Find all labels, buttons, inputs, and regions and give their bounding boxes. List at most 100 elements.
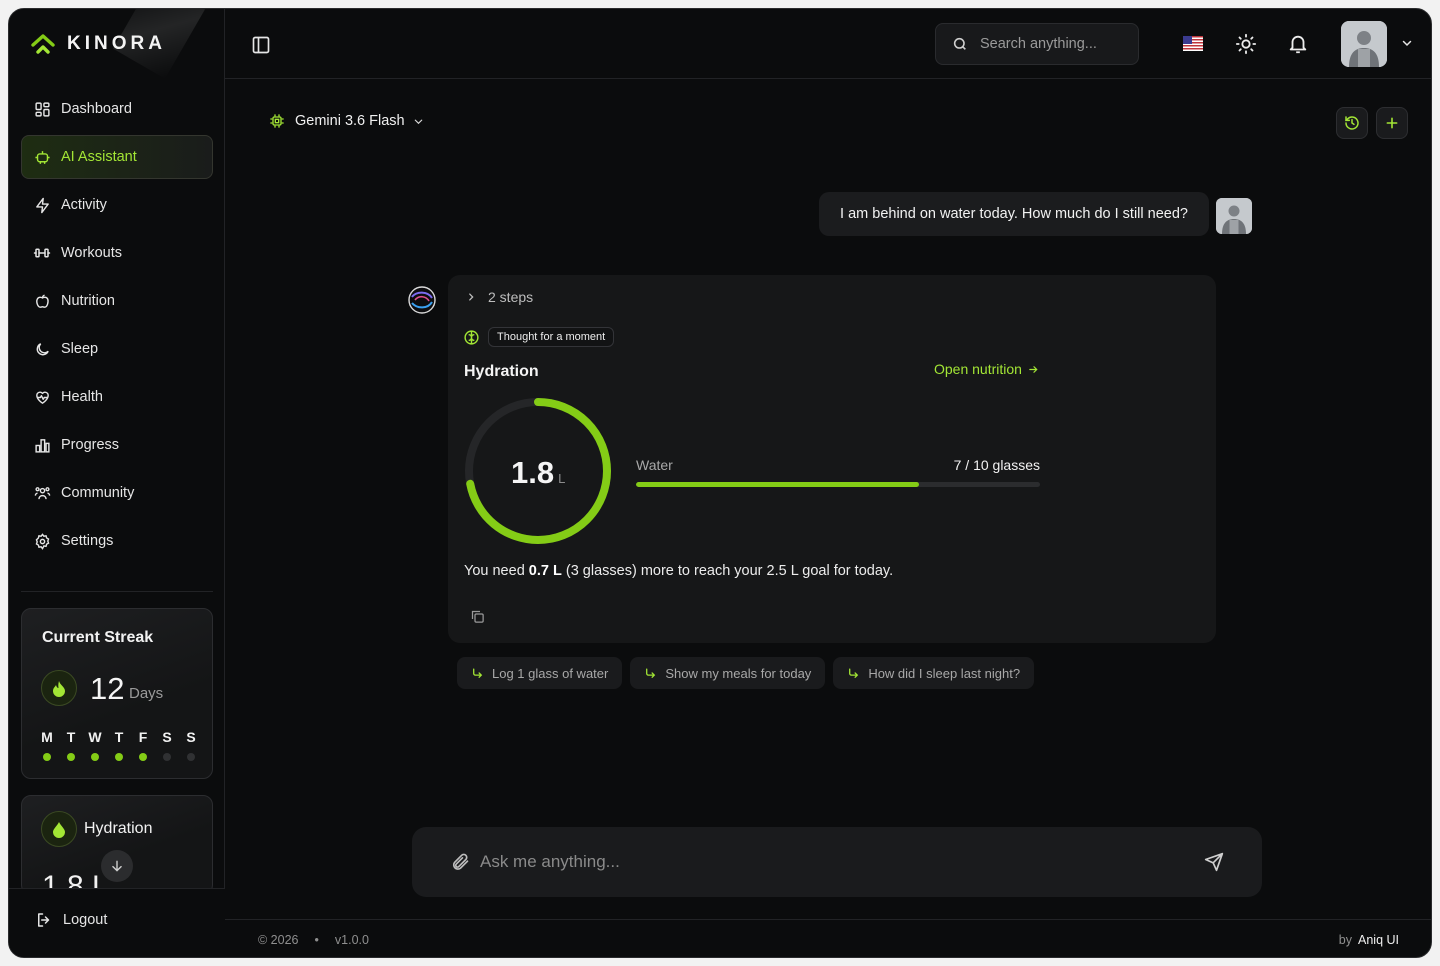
sidebar-toggle-button[interactable] <box>251 35 271 55</box>
day-letter: S <box>186 729 196 745</box>
sidebar-item-label: Settings <box>61 533 114 549</box>
suggestion-label: How did I sleep last night? <box>868 665 1021 681</box>
us-flag-icon[interactable] <box>1183 36 1203 51</box>
search-icon <box>953 37 966 50</box>
grid-icon <box>33 100 51 118</box>
streak-day: W <box>84 729 106 761</box>
message-input[interactable] <box>480 847 1180 877</box>
sun-icon[interactable] <box>1235 33 1257 55</box>
hydration-ring: 1.8 L <box>462 395 614 547</box>
answer-text: You need 0.7 L (3 glasses) more to reach… <box>464 563 893 579</box>
scroll-down-button[interactable] <box>101 850 133 882</box>
sidebar-item-sleep[interactable]: Sleep <box>21 327 213 371</box>
logout-area: Logout <box>9 888 225 957</box>
day-dot <box>187 753 195 761</box>
streak-day: S <box>156 729 178 761</box>
message-composer <box>412 827 1262 897</box>
footer-separator: • <box>314 933 319 947</box>
streak-day: T <box>108 729 130 761</box>
paperclip-icon <box>452 853 469 870</box>
hydration-card: Hydration 1.8 L <box>21 795 213 895</box>
logout-label: Logout <box>63 912 108 928</box>
sidebar: KINORA Dashboard AI Assistant Activity W… <box>9 9 225 957</box>
streak-unit: Days <box>129 685 164 702</box>
logout-icon <box>35 911 53 929</box>
day-letter: W <box>88 729 102 745</box>
history-button[interactable] <box>1336 107 1368 139</box>
footer: © 2026 • v1.0.0 by Aniq UI <box>225 919 1431 957</box>
version: v1.0.0 <box>334 933 369 947</box>
suggestion-label: Log 1 glass of water <box>492 665 609 681</box>
search-bar[interactable]: Search anything... <box>935 23 1139 65</box>
user-message: I am behind on water today. How much do … <box>819 192 1209 236</box>
dumbbell-icon <box>33 244 51 262</box>
water-count: 7 / 10 glasses <box>953 457 1040 473</box>
sidebar-item-ai-assistant[interactable]: AI Assistant <box>21 135 213 179</box>
suggestion-chip[interactable]: Show my meals for today <box>630 657 826 689</box>
attach-button[interactable] <box>450 852 470 872</box>
sidebar-item-activity[interactable]: Activity <box>21 183 213 227</box>
copy-icon <box>471 610 484 623</box>
sidebar-item-health[interactable]: Health <box>21 375 213 419</box>
bell-icon[interactable] <box>1287 33 1309 55</box>
chevron-down-icon[interactable] <box>1401 37 1413 49</box>
brand[interactable]: KINORA <box>31 33 166 55</box>
sidebar-item-community[interactable]: Community <box>21 471 213 515</box>
new-chat-button[interactable] <box>1376 107 1408 139</box>
open-nutrition-link[interactable]: Open nutrition <box>934 361 1039 377</box>
gear-icon <box>33 532 51 550</box>
sidebar-item-label: Nutrition <box>61 293 115 309</box>
day-letter: T <box>114 729 124 745</box>
day-dot <box>43 753 51 761</box>
water-progress-bar <box>636 482 1040 487</box>
bar-chart-icon <box>33 436 51 454</box>
copy-button[interactable] <box>470 609 485 624</box>
day-letter: T <box>66 729 76 745</box>
credit-by: by <box>1338 933 1352 947</box>
sidebar-item-workouts[interactable]: Workouts <box>21 231 213 275</box>
steps-toggle[interactable]: 2 steps <box>466 289 533 305</box>
plus-icon <box>1386 117 1398 129</box>
sidebar-item-settings[interactable]: Settings <box>21 519 213 563</box>
flame-icon <box>41 670 77 706</box>
sidebar-item-label: Community <box>61 485 135 501</box>
ring-value: 1.8 L <box>511 455 565 491</box>
corner-down-right-icon <box>849 668 859 678</box>
thought-label: Thought for a moment <box>488 327 615 347</box>
history-icon <box>1345 116 1359 130</box>
search-placeholder: Search anything... <box>980 36 1097 52</box>
top-header: Search anything... <box>225 9 1431 79</box>
app-window: KINORA Dashboard AI Assistant Activity W… <box>8 8 1432 958</box>
water-progress-fill <box>636 482 919 487</box>
logout-button[interactable]: Logout <box>35 911 107 929</box>
day-dot <box>139 753 147 761</box>
model-name: Gemini 3.6 Flash <box>295 113 405 129</box>
suggestion-chip[interactable]: How did I sleep last night? <box>833 657 1035 689</box>
thought-indicator: Thought for a moment <box>463 327 615 347</box>
chat-area: Gemini 3.6 Flash I am behind on water to… <box>225 79 1431 919</box>
credit-author-link[interactable]: Aniq UI <box>1358 933 1399 947</box>
sidebar-item-progress[interactable]: Progress <box>21 423 213 467</box>
send-button[interactable] <box>1204 852 1224 872</box>
hydration-widget-title: Hydration <box>464 363 539 380</box>
day-dot <box>163 753 171 761</box>
heart-pulse-icon <box>33 388 51 406</box>
sidebar-item-nutrition[interactable]: Nutrition <box>21 279 213 323</box>
sidebar-item-label: Dashboard <box>61 101 132 117</box>
sidebar-item-label: Activity <box>61 197 107 213</box>
day-dot <box>91 753 99 761</box>
user-avatar[interactable] <box>1341 21 1387 67</box>
answer-text-bold: 0.7 L <box>528 563 562 579</box>
corner-down-right-icon <box>646 668 656 678</box>
day-letter: M <box>41 729 53 745</box>
streak-day: M <box>36 729 58 761</box>
streak-days: M T W T F S S <box>36 729 202 761</box>
brand-name: KINORA <box>67 33 166 54</box>
brain-icon <box>464 329 479 345</box>
steps-label: 2 steps <box>488 289 534 305</box>
user-message-avatar <box>1216 198 1252 234</box>
chevron-down-icon <box>413 116 424 127</box>
suggestion-chip[interactable]: Log 1 glass of water <box>457 657 623 689</box>
sidebar-item-dashboard[interactable]: Dashboard <box>21 87 213 131</box>
model-selector[interactable]: Gemini 3.6 Flash <box>269 113 424 129</box>
